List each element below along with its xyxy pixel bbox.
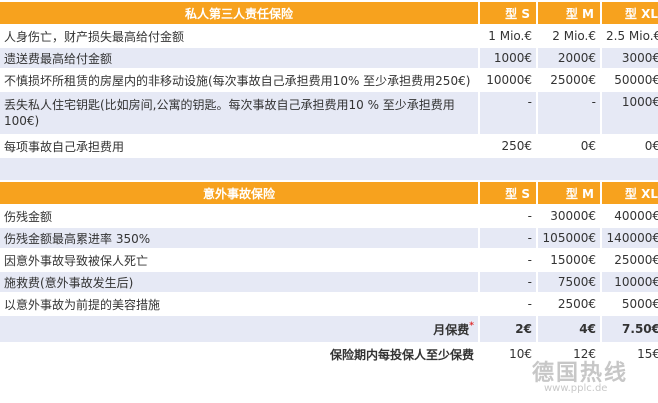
value-xl: 1000€ <box>602 92 658 134</box>
minimum-premium-label: 保险期内每投保人至少保费 <box>0 344 478 364</box>
table-row: 施救费(意外事故发生后) - 7500€ 10000€ <box>0 272 658 292</box>
value-m: 2000€ <box>538 48 600 68</box>
value-xl: 25000€ <box>602 250 658 270</box>
row-label: 伤残金额最高累进率 350% <box>0 228 478 248</box>
minimum-premium-m: 12€ <box>538 344 600 364</box>
col-header-xl: 型 XL <box>602 182 658 204</box>
value-m: 0€ <box>538 136 600 156</box>
value-m: 2500€ <box>538 294 600 314</box>
value-s: 1000€ <box>480 48 536 68</box>
value-m: 25000€ <box>538 70 600 90</box>
minimum-premium-s: 10€ <box>480 344 536 364</box>
row-label: 不慎损坏所租赁的房屋内的非移动设施(每次事故自己承担费用10% 至少承担费用25… <box>0 70 478 90</box>
table-row: 伤残金额 - 30000€ 40000€ <box>0 206 658 226</box>
col-header-xl: 型 XL <box>602 2 658 24</box>
accident-title: 意外事故保险 <box>0 182 478 204</box>
value-xl: 50000€ <box>602 70 658 90</box>
table-row: 丢失私人住宅钥匙(比如房间,公寓的钥匙。每次事故自己承担费用10 % 至少承担费… <box>0 92 658 134</box>
accident-table: 意外事故保险 型 S 型 M 型 XL 伤残金额 - 30000€ 40000€… <box>0 180 658 366</box>
table-row: 不慎损坏所租赁的房屋内的非移动设施(每次事故自己承担费用10% 至少承担费用25… <box>0 70 658 90</box>
value-s: - <box>480 228 536 248</box>
value-s: - <box>480 92 536 134</box>
value-m: 15000€ <box>538 250 600 270</box>
table-row: 人身伤亡，财产损失最高给付金额 1 Mio.€ 2 Mio.€ 2.5 Mio.… <box>0 26 658 46</box>
col-header-s: 型 S <box>480 2 536 24</box>
value-s: - <box>480 272 536 292</box>
monthly-premium-label: 月保费* <box>0 316 478 342</box>
row-label: 伤残金额 <box>0 206 478 226</box>
value-s: 10000€ <box>480 70 536 90</box>
row-label: 施救费(意外事故发生后) <box>0 272 478 292</box>
row-label: 以意外事故为前提的美容措施 <box>0 294 478 314</box>
value-m: 2 Mio.€ <box>538 26 600 46</box>
value-m: - <box>538 92 600 134</box>
row-label: 丢失私人住宅钥匙(比如房间,公寓的钥匙。每次事故自己承担费用10 % 至少承担费… <box>0 92 478 134</box>
value-xl: 2.5 Mio.€ <box>602 26 658 46</box>
monthly-premium-text: 月保费 <box>433 322 470 337</box>
footnote-star: * <box>469 320 474 331</box>
liability-table: 私人第三人责任保险 型 S 型 M 型 XL 人身伤亡，财产损失最高给付金额 1… <box>0 0 658 158</box>
value-m: 105000€ <box>538 228 600 248</box>
monthly-premium-m: 4€ <box>538 316 600 342</box>
row-label: 每项事故自己承担费用 <box>0 136 478 156</box>
table-row: 遗送费最高给付金额 1000€ 2000€ 3000€ <box>0 48 658 68</box>
value-s: - <box>480 250 536 270</box>
watermark-url: www.pplc.de <box>544 383 608 394</box>
col-header-s: 型 S <box>480 182 536 204</box>
row-label: 遗送费最高给付金额 <box>0 48 478 68</box>
value-xl: 3000€ <box>602 48 658 68</box>
value-s: 1 Mio.€ <box>480 26 536 46</box>
value-xl: 40000€ <box>602 206 658 226</box>
table-row: 每项事故自己承担费用 250€ 0€ 0€ <box>0 136 658 156</box>
section-divider <box>0 158 658 180</box>
row-label: 人身伤亡，财产损失最高给付金额 <box>0 26 478 46</box>
table-row: 伤残金额最高累进率 350% - 105000€ 140000€ <box>0 228 658 248</box>
value-s: 250€ <box>480 136 536 156</box>
value-xl: 0€ <box>602 136 658 156</box>
col-header-m: 型 M <box>538 2 600 24</box>
liability-title: 私人第三人责任保险 <box>0 2 478 24</box>
row-label: 因意外事故导致被保人死亡 <box>0 250 478 270</box>
table-row: 因意外事故导致被保人死亡 - 15000€ 25000€ <box>0 250 658 270</box>
value-xl: 10000€ <box>602 272 658 292</box>
table-row: 以意外事故为前提的美容措施 - 2500€ 5000€ <box>0 294 658 314</box>
value-xl: 5000€ <box>602 294 658 314</box>
value-m: 30000€ <box>538 206 600 226</box>
monthly-premium-row: 月保费* 2€ 4€ 7.50€ <box>0 316 658 342</box>
monthly-premium-xl: 7.50€ <box>602 316 658 342</box>
monthly-premium-s: 2€ <box>480 316 536 342</box>
value-s: - <box>480 206 536 226</box>
value-xl: 140000€ <box>602 228 658 248</box>
minimum-premium-row: 保险期内每投保人至少保费 10€ 12€ 15€ <box>0 344 658 364</box>
value-s: - <box>480 294 536 314</box>
minimum-premium-xl: 15€ <box>602 344 658 364</box>
col-header-m: 型 M <box>538 182 600 204</box>
value-m: 7500€ <box>538 272 600 292</box>
